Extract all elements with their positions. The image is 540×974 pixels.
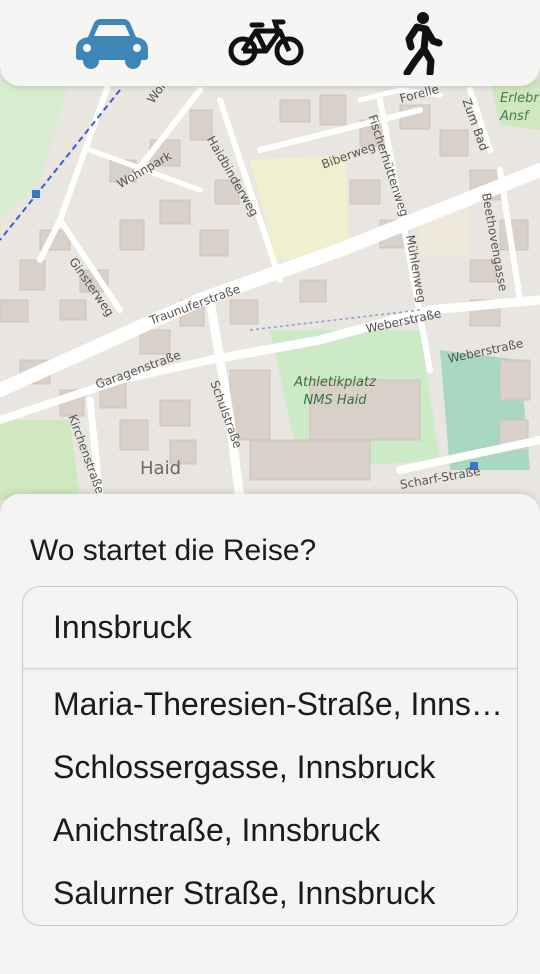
poi-label-line: Athletikplatz: [294, 375, 376, 390]
sheet-title: Wo startet die Reise?: [30, 534, 317, 567]
walking-person-icon: [403, 12, 443, 75]
corner-label-line: Erlebr: [500, 91, 539, 106]
corner-label-line: Ansf: [500, 109, 529, 124]
suggestion-item[interactable]: Schlossergasse, Innsbruck: [23, 736, 517, 799]
suggestion-list: Maria-Theresien-Straße, Innsbruck Schlos…: [23, 669, 517, 925]
search-dropdown: Maria-Theresien-Straße, Innsbruck Schlos…: [22, 586, 518, 926]
suggestion-item[interactable]: Maria-Theresien-Straße, Innsbruck: [23, 673, 517, 736]
bike-mode-button[interactable]: [226, 8, 306, 78]
car-icon: [76, 19, 148, 69]
place-label: Haid: [140, 458, 181, 479]
bicycle-icon: [228, 19, 304, 66]
start-location-input[interactable]: [23, 587, 517, 669]
suggestion-item[interactable]: Anichstraße, Innsbruck: [23, 799, 517, 862]
poi-label-line: NMS Haid: [303, 393, 367, 408]
car-mode-button[interactable]: [72, 8, 152, 78]
walk-mode-button[interactable]: [380, 8, 460, 78]
suggestion-item[interactable]: Salurner Straße, Innsbruck: [23, 862, 517, 925]
transport-mode-bar: [0, 0, 540, 86]
start-location-sheet: Wo startet die Reise? Maria-Theresien-St…: [0, 494, 540, 974]
poi-label: Athletikplatz NMS Haid: [290, 374, 380, 410]
corner-label: Erlebr Ansf: [500, 90, 540, 126]
